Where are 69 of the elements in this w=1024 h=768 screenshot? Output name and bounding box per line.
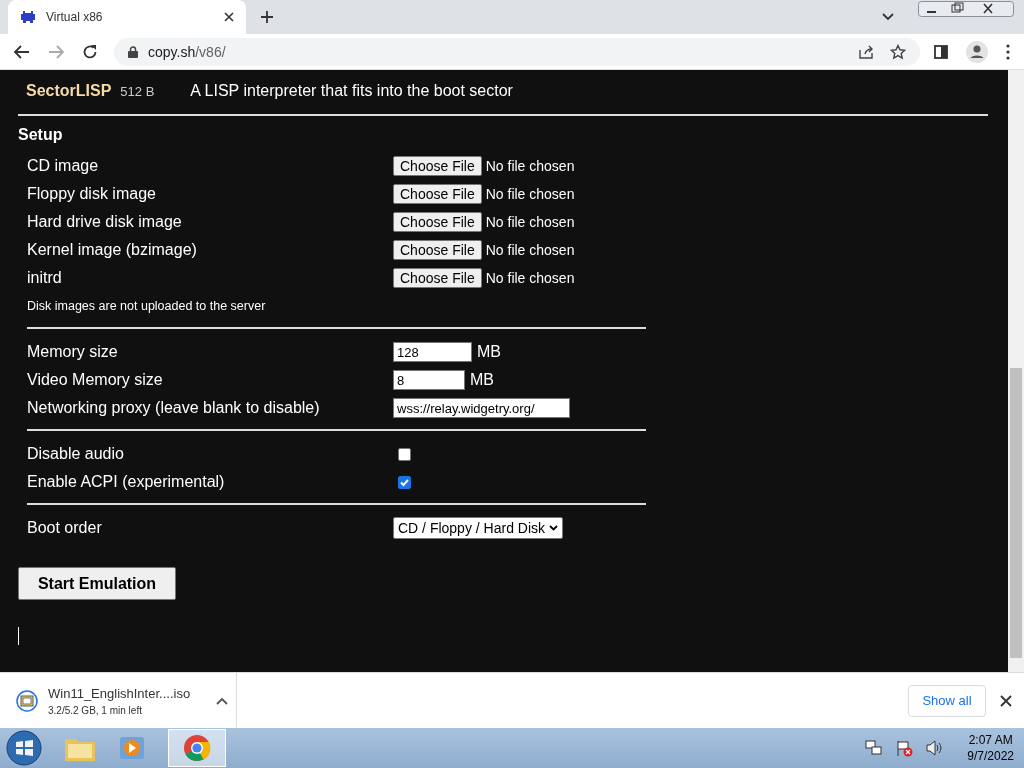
input-field[interactable]: 8: [393, 370, 465, 390]
file-status: No file chosen: [485, 186, 575, 202]
choose-file-button[interactable]: Choose File: [393, 156, 482, 176]
unit-label: MB: [477, 343, 501, 361]
flag-icon[interactable]: [895, 739, 914, 757]
taskbar-button[interactable]: [168, 729, 226, 767]
field-label: CD image: [27, 157, 100, 175]
choose-file-button[interactable]: Choose File: [393, 184, 482, 204]
field-label: Kernel image (bzimage): [27, 241, 198, 259]
checkbox[interactable]: [398, 475, 411, 489]
input-field[interactable]: wss://relay.widgetry.org/: [393, 398, 570, 418]
checkbox[interactable]: [398, 447, 411, 461]
field-label: Video Memory size: [27, 371, 164, 389]
browser-tab[interactable]: Virtual x86: [8, 0, 246, 34]
text-cursor: [18, 627, 19, 645]
window-controls[interactable]: [918, 1, 1014, 17]
field-label: Hard drive disk image: [27, 213, 183, 231]
address-bar[interactable]: copy.sh/v86/: [114, 37, 920, 66]
field-label: Floppy disk image: [27, 185, 157, 203]
clock-date[interactable]: 9/7/2022: [967, 749, 1014, 763]
back-icon[interactable]: [14, 44, 30, 59]
invader-icon: [20, 9, 36, 25]
disc-image-icon: [16, 689, 38, 712]
side-panel-icon[interactable]: [934, 44, 948, 59]
start-emulation-button[interactable]: Start Emulation: [18, 567, 176, 600]
reload-icon[interactable]: [82, 43, 98, 60]
lock-icon: [128, 45, 138, 58]
input-field[interactable]: 128: [393, 342, 472, 362]
clock-time[interactable]: 2:07 AM: [968, 733, 1013, 747]
option-label: Enable ACPI (experimental): [27, 473, 226, 491]
scrollbar[interactable]: [1008, 70, 1024, 672]
chevron-up-icon[interactable]: [216, 696, 228, 705]
file-status: No file chosen: [485, 242, 575, 258]
close-icon[interactable]: [1000, 694, 1012, 707]
close-icon[interactable]: [224, 12, 234, 22]
file-status: No file chosen: [485, 214, 575, 230]
setup-heading: Setup: [18, 126, 63, 145]
choose-file-button[interactable]: Choose File: [393, 240, 482, 260]
star-icon[interactable]: [890, 43, 906, 60]
unit-label: MB: [470, 371, 494, 389]
tab-title: Virtual x86: [46, 10, 104, 24]
media-player-icon[interactable]: [118, 734, 146, 762]
download-filename[interactable]: Win11_EnglishInter....iso: [48, 685, 206, 701]
field-label: Memory size: [27, 343, 119, 361]
field-label: Boot order: [27, 519, 103, 537]
chrome-icon: [183, 734, 211, 762]
file-status: No file chosen: [485, 158, 575, 174]
download-status: 3.2/5.2 GB, 1 min left: [48, 704, 143, 716]
profile-icon[interactable]: [966, 40, 988, 63]
start-orb-icon[interactable]: [6, 730, 42, 766]
field-label: Networking proxy (leave blank to disable): [27, 399, 321, 417]
option-label: Disable audio: [27, 445, 125, 463]
program-description: A LISP interpreter that fits into the boot sector: [190, 82, 513, 100]
file-status: No file chosen: [485, 270, 575, 286]
caret-icon: [549, 525, 559, 531]
share-icon[interactable]: [858, 43, 874, 60]
disk-note: Disk images are not uploaded to the server: [27, 298, 267, 315]
show-all-button[interactable]: Show all: [908, 684, 986, 717]
field-label: initrd: [27, 269, 63, 287]
program-size: 512 B: [120, 84, 156, 99]
new-tab-icon[interactable]: [260, 10, 274, 24]
speaker-icon[interactable]: [925, 740, 944, 756]
choose-file-button[interactable]: Choose File: [393, 268, 482, 288]
program-link[interactable]: SectorLISP: [26, 82, 112, 100]
choose-file-button[interactable]: Choose File: [393, 212, 482, 232]
chevron-down-icon[interactable]: [882, 13, 894, 21]
menu-icon[interactable]: [1006, 43, 1010, 60]
network-icon[interactable]: [865, 740, 884, 756]
boot-order-dropdown[interactable]: CD / Floppy / Hard Disk: [393, 517, 564, 539]
